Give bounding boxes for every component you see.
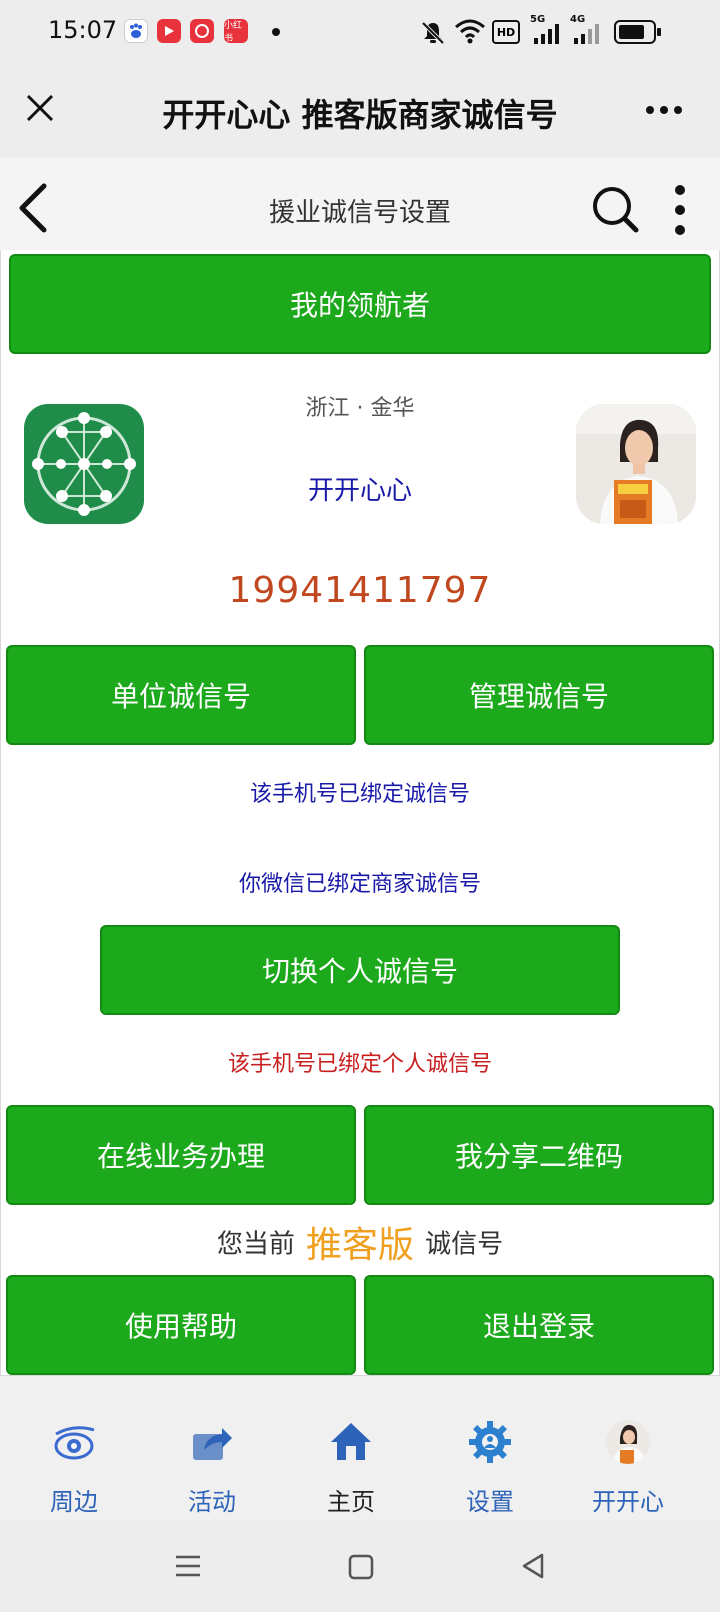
nav-item-profile[interactable]: 开开心 — [578, 1420, 678, 1520]
xiaohongshu-label: 小红书 — [224, 21, 243, 44]
hd-badge: HD — [492, 20, 520, 44]
wechat-bound-message: 你微信已绑定商家诚信号 — [238, 872, 481, 897]
app-logo — [24, 404, 144, 524]
search-icon[interactable] — [590, 184, 640, 234]
avatar[interactable] — [576, 404, 696, 524]
nav-item-settings[interactable]: 设置 — [440, 1420, 540, 1520]
help-button[interactable]: 使用帮助 — [6, 1275, 356, 1375]
xiaohongshu-app-icon: 小红书 — [224, 19, 248, 44]
share-qr-button[interactable]: 我分享二维码 — [364, 1105, 714, 1205]
nav-item-home[interactable]: 主页 — [301, 1420, 401, 1520]
mute-bell-icon — [421, 21, 445, 45]
menu-icon[interactable] — [174, 1554, 202, 1578]
personal-bound-message: 该手机号已绑定个人诚信号 — [227, 1052, 492, 1077]
baidu-app-icon — [124, 19, 148, 43]
share-icon — [193, 1428, 232, 1460]
my-navigator-button[interactable]: 我的领航者 — [9, 254, 711, 354]
signal-4g-icon — [574, 24, 599, 44]
notification-dot — [272, 28, 280, 36]
page-title: 援业诚信号设置 — [268, 198, 451, 228]
logout-button[interactable]: 退出登录 — [364, 1275, 714, 1375]
nav-label-home: 主页 — [327, 1488, 375, 1516]
nav-item-nearby[interactable]: 周边 — [24, 1420, 124, 1520]
location-text: 浙江 · 金华 — [305, 396, 415, 421]
pinduoduo-app-icon — [190, 19, 214, 43]
nav-label-profile: 开开心 — [592, 1488, 664, 1516]
back-triangle-icon[interactable] — [520, 1552, 546, 1580]
home-square-icon[interactable] — [348, 1554, 374, 1580]
avatar-icon — [606, 1420, 650, 1464]
status-time: 15:07 — [48, 16, 118, 44]
person-photo-icon — [576, 404, 696, 524]
manage-credit-button[interactable]: 管理诚信号 — [364, 645, 714, 745]
back-arrow-icon[interactable] — [16, 182, 52, 234]
gear-icon — [469, 1421, 511, 1463]
close-icon[interactable] — [22, 90, 58, 126]
wifi-icon — [455, 19, 485, 44]
online-business-button[interactable]: 在线业务办理 — [6, 1105, 356, 1205]
nav-label-settings: 设置 — [466, 1488, 514, 1516]
home-icon — [331, 1423, 371, 1460]
version-prefix: 您当前 — [216, 1229, 295, 1260]
battery-icon — [614, 20, 661, 44]
version-suffix: 诚信号 — [425, 1229, 504, 1260]
nav-label-nearby: 周边 — [50, 1488, 98, 1516]
phone-number: 19941411797 — [228, 570, 492, 611]
unit-credit-button[interactable]: 单位诚信号 — [6, 645, 356, 745]
wechat-title: 开开心心 推客版商家诚信号 — [162, 96, 558, 134]
phone-bound-message: 该手机号已绑定诚信号 — [249, 782, 470, 807]
user-name[interactable]: 开开心心 — [200, 470, 520, 507]
eye-icon — [54, 1426, 95, 1460]
version-name: 推客版 — [305, 1225, 414, 1266]
nav-label-activity: 活动 — [188, 1488, 236, 1516]
hd-label: HD — [496, 25, 516, 39]
switch-personal-button[interactable]: 切换个人诚信号 — [100, 925, 620, 1015]
network-globe-icon — [32, 412, 136, 516]
signal-5g-icon — [534, 24, 559, 44]
version-line: 您当前 推客版 诚信号 — [0, 1216, 720, 1268]
more-vertical-icon[interactable] — [672, 184, 688, 236]
nav-item-activity[interactable]: 活动 — [162, 1420, 262, 1520]
video-app-icon — [157, 19, 181, 43]
more-options-icon[interactable] — [644, 104, 684, 116]
